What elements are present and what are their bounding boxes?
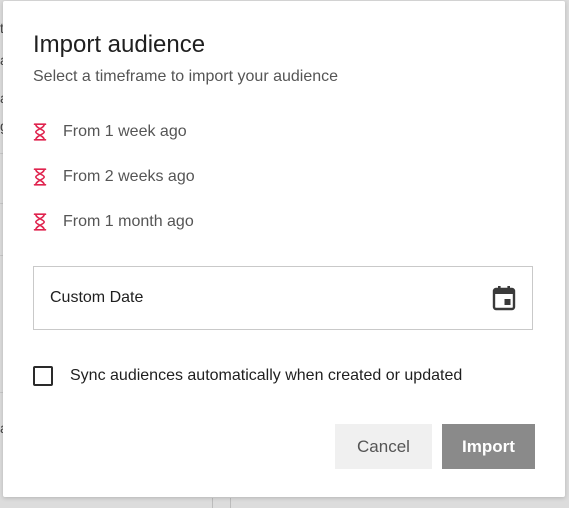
sync-audiences-label: Sync audiences automatically when create…: [70, 367, 463, 384]
custom-date-field[interactable]: Custom Date: [33, 266, 533, 330]
timeframe-options: From 1 week ago From 2 weeks ago From 1 …: [33, 119, 333, 254]
background-divider: [212, 498, 213, 508]
timeframe-option-label: From 1 week ago: [63, 123, 187, 140]
timeframe-option-1-month[interactable]: From 1 month ago: [33, 209, 333, 235]
timeframe-option-1-week[interactable]: From 1 week ago: [33, 119, 333, 145]
hourglass-icon: [33, 119, 53, 145]
sync-audiences-checkbox[interactable]: [33, 366, 53, 386]
dialog-subtitle: Select a timeframe to import your audien…: [33, 68, 339, 85]
sync-audiences-row[interactable]: Sync audiences automatically when create…: [33, 366, 462, 386]
cancel-button[interactable]: Cancel: [335, 424, 432, 469]
dialog-title: Import audience: [33, 31, 206, 58]
timeframe-option-label: From 2 weeks ago: [63, 168, 195, 185]
hourglass-icon: [33, 209, 53, 235]
timeframe-option-label: From 1 month ago: [63, 213, 194, 230]
import-button[interactable]: Import: [442, 424, 535, 469]
dialog-actions: Cancel Import: [335, 424, 535, 469]
background-divider: [230, 498, 231, 508]
hourglass-icon: [33, 164, 53, 190]
import-audience-dialog: Import audience Select a timeframe to im…: [3, 1, 565, 497]
calendar-icon[interactable]: [492, 285, 516, 311]
custom-date-label: Custom Date: [50, 289, 144, 306]
timeframe-option-2-weeks[interactable]: From 2 weeks ago: [33, 164, 333, 190]
